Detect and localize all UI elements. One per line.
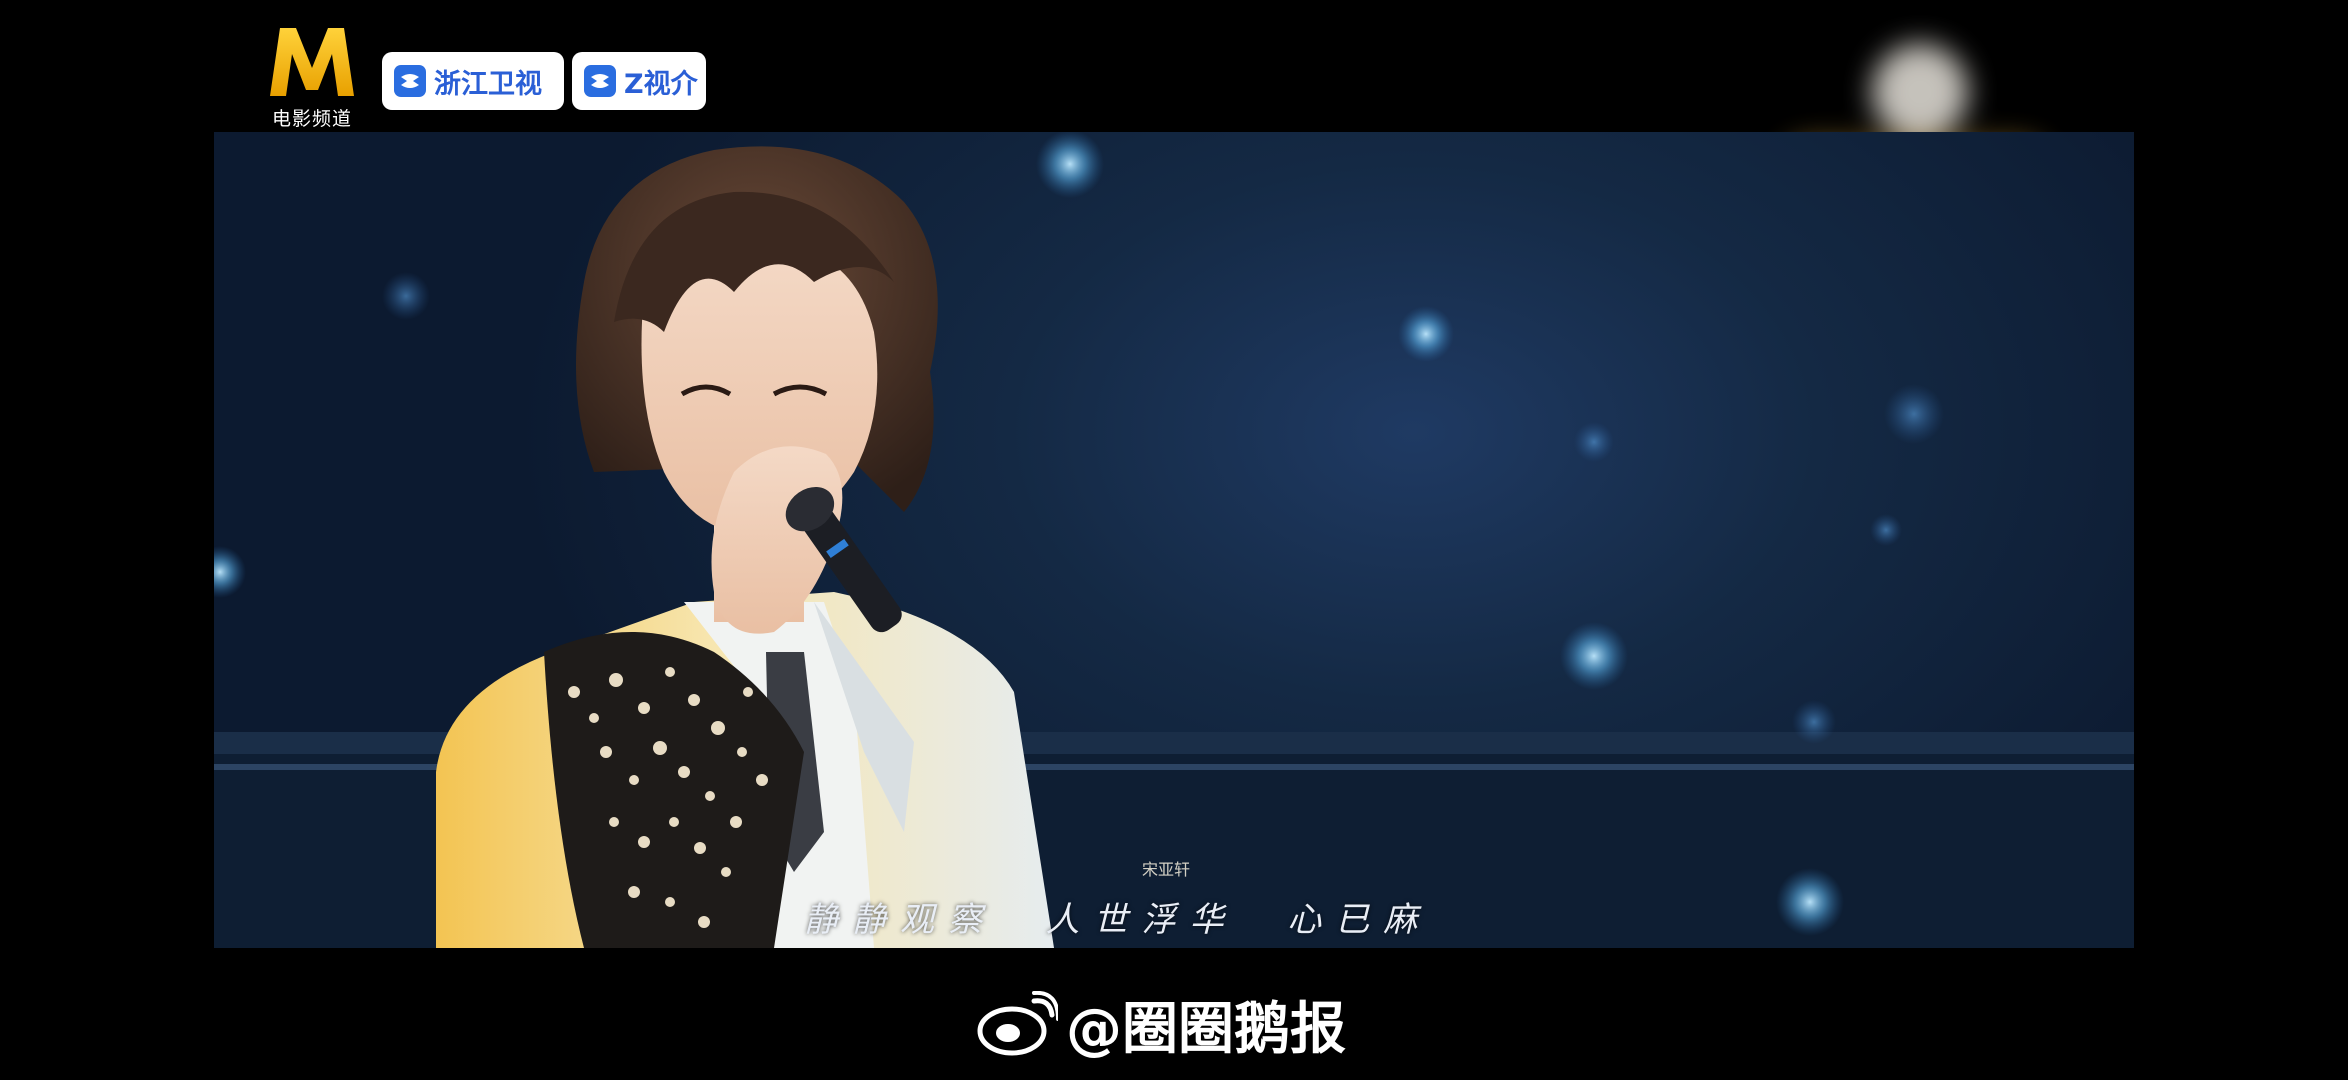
z-video-badge: Z视介 <box>572 52 706 110</box>
movie-channel-logo: 电影频道 <box>262 24 362 132</box>
lyrics-subtitle: 静静观察 人世浮华 心已麻 <box>804 900 1432 940</box>
stage-scene <box>214 132 2134 948</box>
movie-channel-caption: 电影频道 <box>271 108 352 130</box>
zhejiang-tv-icon <box>394 65 426 97</box>
weibo-icon <box>977 991 1058 1056</box>
singer-credit: 宋亚轩 <box>1142 860 1191 879</box>
video-frame[interactable]: 宋亚轩 静静观察 人世浮华 心已麻 <box>214 132 2134 948</box>
movie-channel-m-icon <box>270 28 354 96</box>
weibo-watermark: @圈圈鹅报 <box>976 988 1346 1062</box>
z-video-label: Z视介 <box>624 68 698 100</box>
watermark-text: @圈圈鹅报 <box>1066 996 1346 1062</box>
zhejiang-tv-badge: 浙江卫视 <box>382 52 564 110</box>
z-video-icon <box>584 65 616 97</box>
zhejiang-tv-label: 浙江卫视 <box>434 68 542 100</box>
